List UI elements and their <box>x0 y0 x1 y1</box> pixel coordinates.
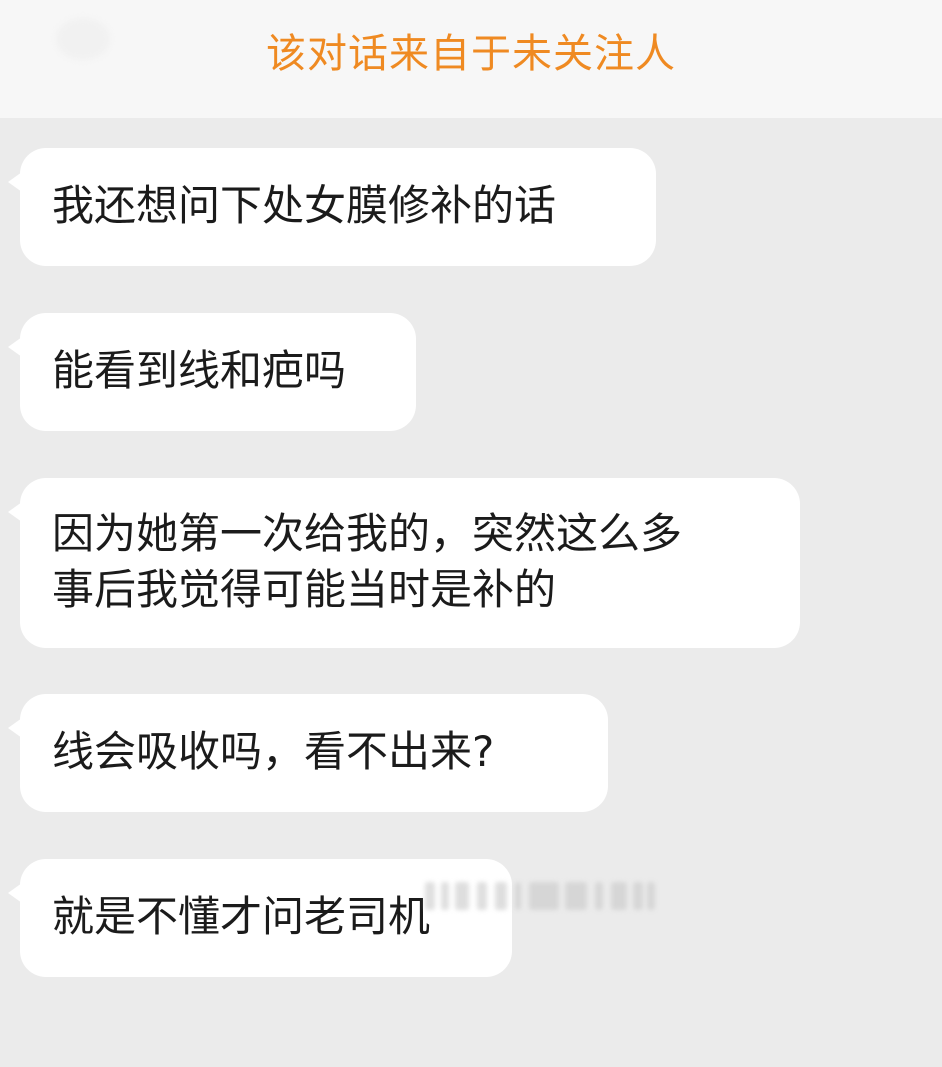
stranger-notice-title: 该对话来自于未关注人 <box>266 31 676 77</box>
blurred-watermark <box>425 878 657 916</box>
message-bubble[interactable]: 因为她第一次给我的，突然这么多 事后我觉得可能当时是补的 <box>8 478 800 648</box>
message-bubble[interactable]: 能看到线和疤吗 <box>8 313 416 431</box>
message-text: 能看到线和疤吗 <box>52 346 347 395</box>
message-text: 事后我觉得可能当时是补的 <box>52 565 557 614</box>
message-bubble[interactable]: 线会吸收吗，看不出来? <box>8 694 608 812</box>
message-text: 我还想问下处女膜修补的话 <box>52 181 557 230</box>
chat-header: 该对话来自于未关注人 <box>0 0 942 118</box>
message-text: 线会吸收吗，看不出来? <box>52 727 495 776</box>
message-bubble[interactable]: 就是不懂才问老司机 <box>8 859 512 977</box>
message-bubble[interactable]: 我还想问下处女膜修补的话 <box>8 148 656 266</box>
message-text: 因为她第一次给我的，突然这么多 <box>52 509 683 558</box>
message-text: 就是不懂才问老司机 <box>52 892 431 941</box>
